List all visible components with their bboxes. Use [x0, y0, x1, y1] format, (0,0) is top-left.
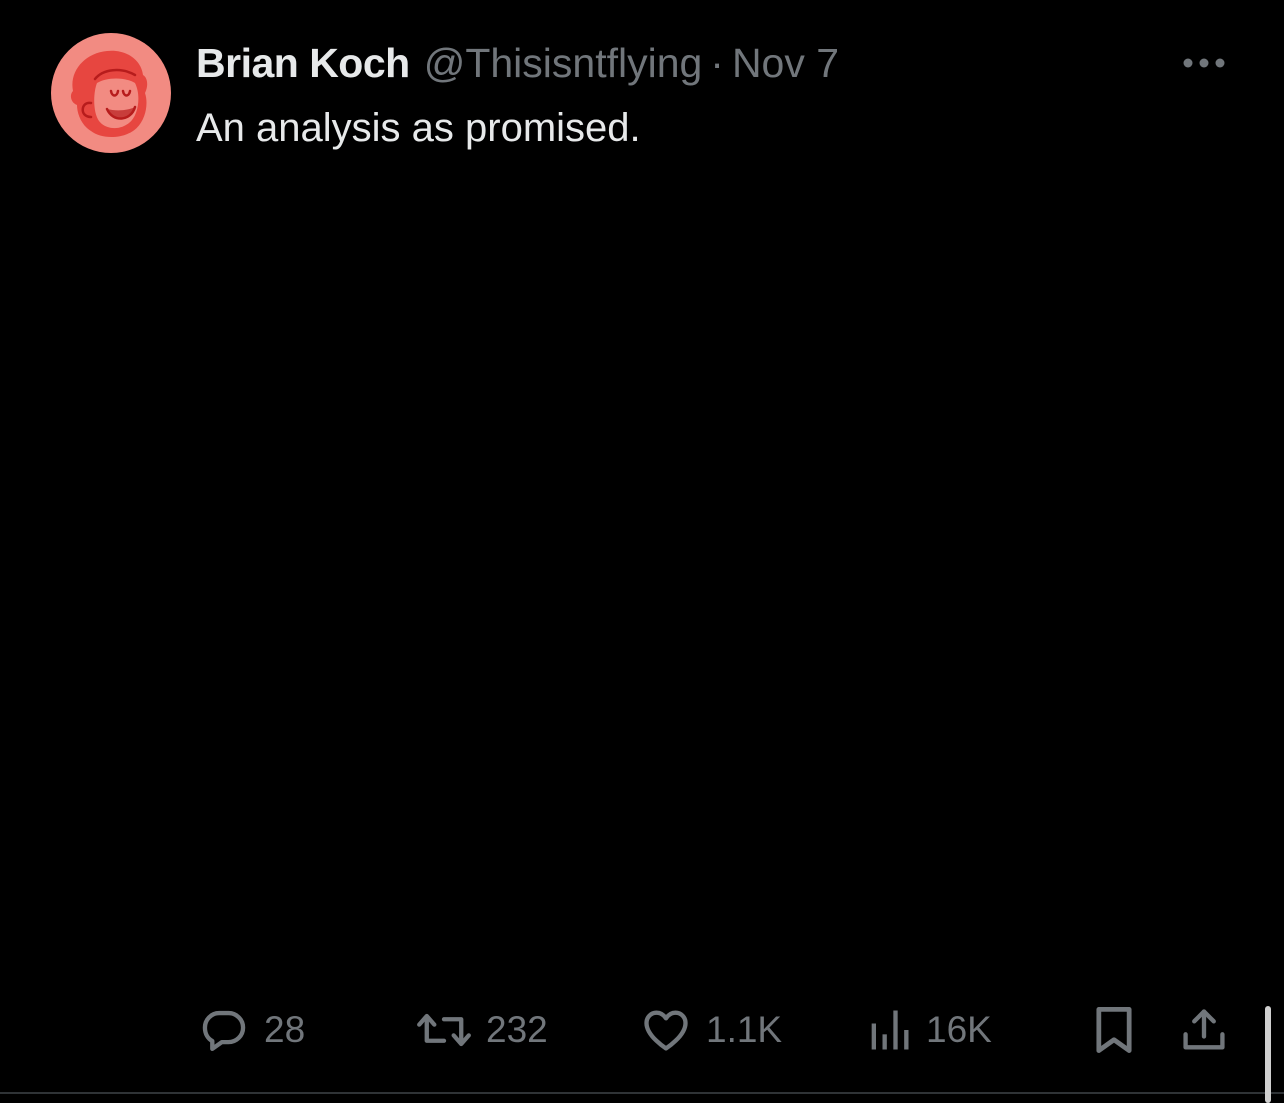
- bookmark-icon: [1096, 1007, 1132, 1053]
- action-bar: 28 232 1.1K 16K: [0, 1000, 1284, 1060]
- views-button[interactable]: 16K: [866, 1000, 992, 1060]
- share-upload-icon: [1183, 1009, 1225, 1050]
- timestamp[interactable]: Nov 7: [732, 38, 839, 88]
- reply-count: 28: [264, 1009, 306, 1050]
- tweet-text: An analysis as promised.: [196, 106, 641, 150]
- divider: [0, 1092, 1284, 1094]
- tweet-header: Brian Koch @Thisisntflying · Nov 7: [196, 38, 839, 88]
- display-name[interactable]: Brian Koch: [196, 38, 410, 88]
- like-count: 1.1K: [706, 1009, 783, 1050]
- speech-bubble-icon: [202, 1010, 246, 1052]
- bookmark-button[interactable]: [1090, 1000, 1138, 1060]
- reply-button[interactable]: 28: [198, 1000, 305, 1060]
- retweet-count: 232: [486, 1009, 548, 1050]
- share-button[interactable]: [1178, 1000, 1230, 1060]
- scrollbar[interactable]: [1265, 1006, 1271, 1103]
- user-handle[interactable]: @Thisisntflying: [424, 38, 703, 88]
- heart-icon: [644, 1010, 688, 1051]
- tweet-media[interactable]: [196, 170, 1240, 970]
- cartoon-face-icon: [70, 50, 148, 137]
- separator-dot: ·: [710, 40, 724, 86]
- bar-chart-icon: [871, 1010, 909, 1050]
- view-count: 16K: [926, 1009, 992, 1050]
- tweet[interactable]: Brian Koch @Thisisntflying · Nov 7 An an…: [0, 0, 1284, 1103]
- retweet-arrows-icon: [417, 1013, 471, 1047]
- avatar[interactable]: [51, 33, 171, 153]
- more-options-button[interactable]: [1178, 48, 1230, 78]
- more-horizontal-icon: [1183, 58, 1225, 68]
- retweet-button[interactable]: 232: [416, 1000, 548, 1060]
- like-button[interactable]: 1.1K: [640, 1000, 782, 1060]
